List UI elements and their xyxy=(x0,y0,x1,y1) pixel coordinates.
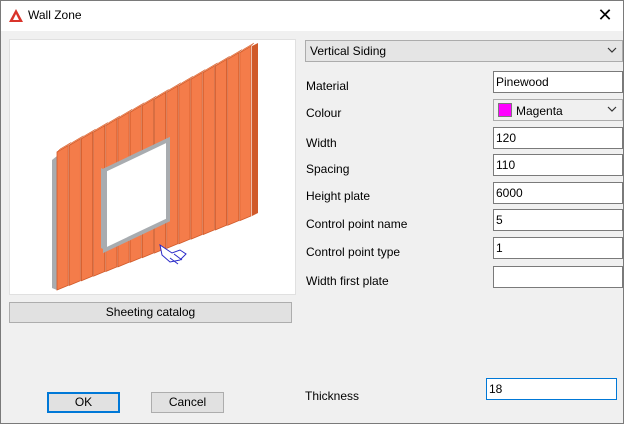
control-point-type-label: Control point type xyxy=(306,245,401,259)
wall-plank xyxy=(202,65,215,236)
wall-plank xyxy=(227,51,240,226)
spacing-input[interactable] xyxy=(493,154,623,176)
colour-select[interactable]: Magenta xyxy=(493,99,623,121)
title-bar: Wall Zone ✕ xyxy=(1,1,623,31)
window-jamb xyxy=(101,168,105,250)
width-input[interactable] xyxy=(493,127,623,149)
width-first-plate-label: Width first plate xyxy=(306,274,389,288)
spacing-label: Spacing xyxy=(306,162,350,176)
material-input[interactable] xyxy=(493,71,623,93)
wall-plank xyxy=(80,131,93,282)
siding-type-value: Vertical Siding xyxy=(310,44,387,58)
colour-label: Colour xyxy=(306,106,342,120)
wall-plank xyxy=(215,58,228,231)
app-logo-icon xyxy=(9,9,23,22)
wall-zone-dialog: Wall Zone ✕ Sheeting catalog Vertical Si… xyxy=(0,0,624,424)
pointer-cursor-icon xyxy=(159,243,187,265)
wall-plank xyxy=(239,45,252,222)
close-button[interactable]: ✕ xyxy=(593,4,617,26)
window-title: Wall Zone xyxy=(28,8,82,22)
close-icon: ✕ xyxy=(597,5,613,25)
ok-button[interactable]: OK xyxy=(47,392,120,413)
wall-preview xyxy=(9,39,296,295)
wall-plank xyxy=(56,144,69,291)
wall-plank xyxy=(190,71,203,240)
control-point-name-label: Control point name xyxy=(306,217,408,231)
wall-illustration xyxy=(52,42,258,291)
colour-value: Magenta xyxy=(516,104,563,118)
colour-swatch xyxy=(498,103,512,117)
width-label: Width xyxy=(306,136,337,150)
chevron-down-icon xyxy=(607,106,617,112)
wall-plank xyxy=(68,138,81,286)
thickness-input[interactable] xyxy=(486,378,617,400)
wall-side xyxy=(252,43,258,216)
cancel-button[interactable]: Cancel xyxy=(151,392,224,413)
siding-type-select[interactable]: Vertical Siding xyxy=(305,40,623,62)
control-point-type-input[interactable] xyxy=(493,237,623,259)
height-plate-label: Height plate xyxy=(306,189,371,203)
height-plate-input[interactable] xyxy=(493,182,623,204)
material-label: Material xyxy=(306,79,349,93)
width-first-plate-input[interactable] xyxy=(493,266,623,288)
chevron-down-icon xyxy=(607,47,617,53)
thickness-label: Thickness xyxy=(305,389,360,403)
wall-end-frame xyxy=(52,156,57,290)
sheeting-catalog-button[interactable]: Sheeting catalog xyxy=(9,302,292,323)
control-point-name-input[interactable] xyxy=(493,209,623,231)
wall-plank xyxy=(178,78,191,245)
